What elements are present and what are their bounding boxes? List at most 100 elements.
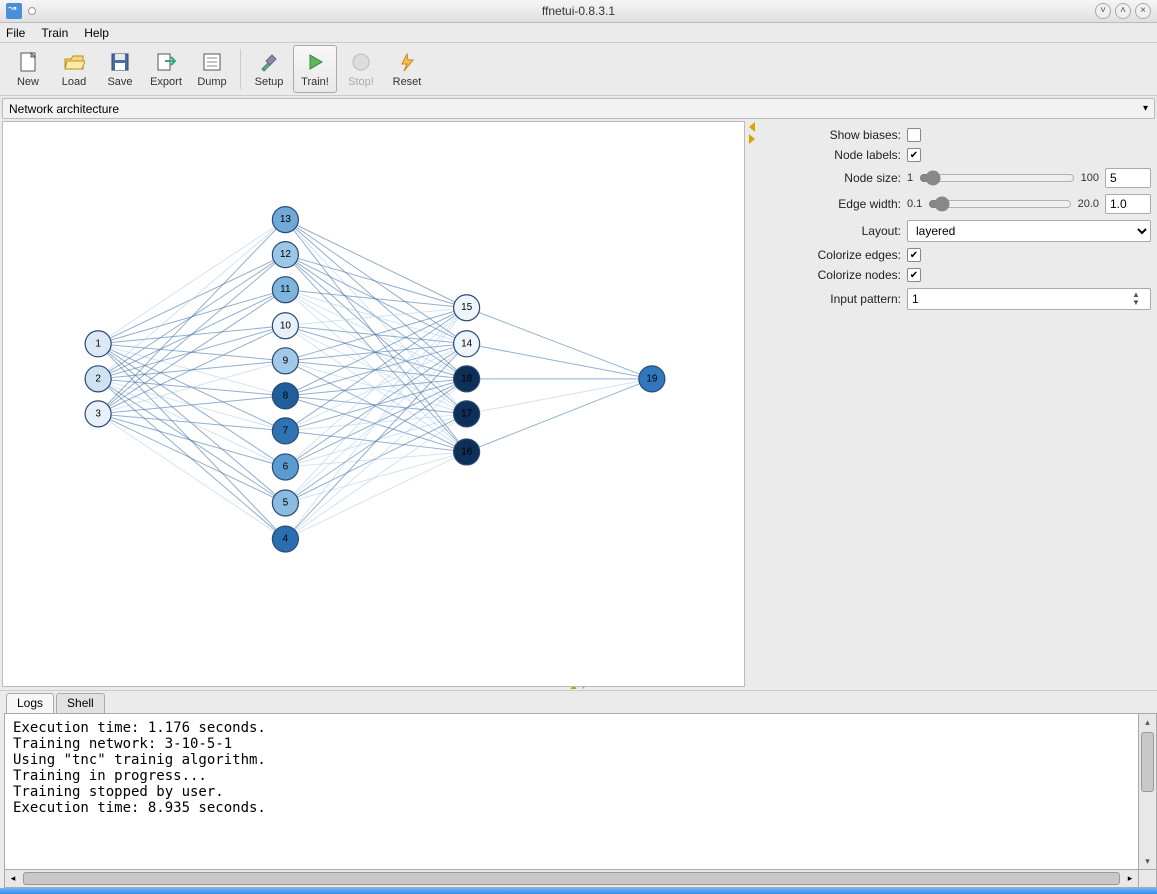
colorize-nodes-label: Colorize nodes: (757, 268, 907, 282)
input-pattern-value: 1 (912, 292, 1132, 306)
canvas-column: 12313121110987654151418171619 (0, 119, 747, 682)
toolbar-new-button[interactable]: New (6, 45, 50, 93)
toolbar-reset-button[interactable]: Reset (385, 45, 429, 93)
menubar: File Train Help (0, 23, 1157, 44)
toolbar-train-label: Train! (301, 76, 329, 88)
toolbar-new-label: New (17, 76, 39, 88)
tab-shell[interactable]: Shell (56, 693, 105, 713)
play-icon (303, 50, 327, 74)
maximize-button[interactable]: ˄ (1115, 3, 1131, 19)
dump-icon (200, 50, 224, 74)
horizontal-scrollbar[interactable]: ◂ ▸ (4, 870, 1139, 888)
scroll-down-icon[interactable]: ▾ (1139, 853, 1156, 869)
node-size-max: 100 (1081, 172, 1099, 184)
node-size-min: 1 (907, 172, 913, 184)
input-pattern-label: Input pattern: (757, 292, 907, 306)
colorize-edges-label: Colorize edges: (757, 248, 907, 262)
svg-text:19: 19 (646, 374, 658, 385)
svg-text:2: 2 (95, 374, 101, 385)
toolbar-reset-label: Reset (393, 76, 422, 88)
node-size-label: Node size: (757, 171, 907, 185)
colorize-nodes-checkbox[interactable]: ✔ (907, 268, 921, 282)
edge-width-slider[interactable] (928, 196, 1071, 212)
minimize-button[interactable]: ˅ (1095, 3, 1111, 19)
tools-icon (257, 50, 281, 74)
chevron-down-icon: ▾ (1143, 103, 1148, 114)
toolbar-stop-button: Stop! (339, 45, 383, 93)
node-size-slider[interactable] (919, 170, 1075, 186)
stop-icon (349, 50, 373, 74)
reset-icon (395, 50, 419, 74)
toolbar-load-button[interactable]: Load (52, 45, 96, 93)
vertical-splitter[interactable] (747, 119, 757, 682)
svg-text:16: 16 (461, 447, 473, 458)
log-output[interactable]: Execution time: 1.176 seconds. Training … (4, 713, 1139, 870)
svg-text:7: 7 (283, 426, 289, 437)
bottom-panel: Logs Shell Execution time: 1.176 seconds… (0, 690, 1157, 888)
svg-text:11: 11 (280, 285, 291, 296)
document-new-icon (16, 50, 40, 74)
main-area: 12313121110987654151418171619 Show biase… (0, 119, 1157, 682)
statusbar (0, 888, 1157, 894)
titlebar: ffnetui-0.8.3.1 ˅ ˄ × (0, 0, 1157, 23)
node-labels-checkbox[interactable]: ✔ (907, 148, 921, 162)
vertical-scrollbar[interactable]: ▴ ▾ (1139, 713, 1157, 870)
export-icon (154, 50, 178, 74)
spinner-arrows-icon: ▲▼ (1132, 291, 1146, 307)
menu-train[interactable]: Train (41, 26, 68, 40)
svg-text:10: 10 (280, 321, 292, 332)
svg-text:14: 14 (461, 339, 473, 350)
menu-help[interactable]: Help (84, 26, 109, 40)
edge-width-label: Edge width: (757, 197, 907, 211)
toolbar-setup-button[interactable]: Setup (247, 45, 291, 93)
toolbar-export-button[interactable]: Export (144, 45, 188, 93)
node-size-input[interactable] (1105, 168, 1151, 188)
svg-text:5: 5 (283, 498, 289, 509)
layout-label: Layout: (757, 224, 907, 238)
toolbar-export-label: Export (150, 76, 182, 88)
svg-text:6: 6 (283, 462, 289, 473)
input-pattern-spinner[interactable]: 1 ▲▼ (907, 288, 1151, 310)
view-selector-dropdown[interactable]: Network architecture ▾ (2, 98, 1155, 119)
scroll-right-icon[interactable]: ▸ (1122, 870, 1138, 887)
properties-panel: Show biases: Node labels: ✔ Node size: 1… (757, 119, 1157, 682)
svg-text:17: 17 (461, 409, 473, 420)
scroll-left-icon[interactable]: ◂ (5, 870, 21, 887)
toolbar-separator (240, 49, 241, 89)
document-modified-indicator-icon (28, 7, 36, 15)
resize-grip[interactable] (1139, 870, 1157, 888)
scrollbar-thumb[interactable] (1141, 732, 1154, 792)
save-icon (108, 50, 132, 74)
toolbar-setup-label: Setup (255, 76, 284, 88)
window-title: ffnetui-0.8.3.1 (0, 4, 1157, 18)
toolbar-train-button[interactable]: Train! (293, 45, 337, 93)
svg-text:12: 12 (280, 249, 292, 260)
svg-text:9: 9 (283, 356, 289, 367)
hscroll-thumb[interactable] (23, 872, 1120, 885)
view-selector-value: Network architecture (9, 102, 119, 116)
show-biases-checkbox[interactable] (907, 128, 921, 142)
network-canvas[interactable]: 12313121110987654151418171619 (2, 121, 745, 687)
svg-text:3: 3 (95, 409, 101, 420)
node-labels-label: Node labels: (757, 148, 907, 162)
show-biases-label: Show biases: (757, 128, 907, 142)
colorize-edges-checkbox[interactable]: ✔ (907, 248, 921, 262)
edge-width-input[interactable] (1105, 194, 1151, 214)
svg-text:8: 8 (283, 391, 289, 402)
toolbar-dump-button[interactable]: Dump (190, 45, 234, 93)
toolbar-stop-label: Stop! (348, 76, 374, 88)
svg-text:13: 13 (280, 214, 292, 225)
toolbar-save-button[interactable]: Save (98, 45, 142, 93)
scroll-up-icon[interactable]: ▴ (1139, 714, 1156, 730)
folder-open-icon (62, 50, 86, 74)
close-button[interactable]: × (1135, 3, 1151, 19)
edge-width-max: 20.0 (1078, 198, 1099, 210)
svg-text:15: 15 (461, 303, 473, 314)
edge-width-min: 0.1 (907, 198, 922, 210)
menu-file[interactable]: File (6, 26, 25, 40)
tab-logs[interactable]: Logs (6, 693, 54, 713)
layout-select[interactable]: layered (907, 220, 1151, 242)
svg-text:18: 18 (461, 374, 473, 385)
toolbar-dump-label: Dump (197, 76, 226, 88)
bottom-tabs: Logs Shell (0, 691, 1157, 713)
